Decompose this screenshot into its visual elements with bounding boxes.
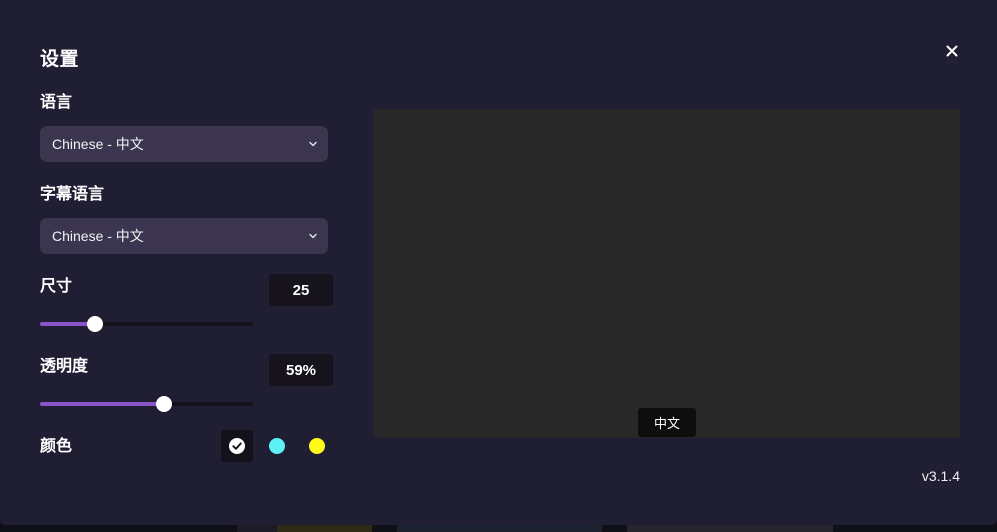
yellow-dot: [309, 438, 325, 454]
opacity-label: 透明度: [40, 358, 89, 375]
size-label: 尺寸: [40, 278, 73, 295]
close-button[interactable]: [941, 40, 963, 62]
language-select-value: Chinese - 中文: [52, 136, 144, 152]
subtitle-preview: 中文: [373, 109, 960, 438]
preview-caption: 中文: [638, 408, 697, 437]
color-label: 颜色: [40, 438, 73, 455]
settings-dialog: 设置 语言 Chinese - 中文 字幕语言 Chinese - 中文 尺寸 …: [0, 0, 997, 525]
version-label: v3.1.4: [921, 468, 960, 484]
slider-thumb[interactable]: [155, 396, 172, 412]
subtitle-language-select[interactable]: Chinese - 中文: [40, 218, 328, 254]
opacity-slider[interactable]: [40, 396, 253, 412]
size-slider[interactable]: [40, 316, 253, 332]
cyan-dot: [269, 438, 285, 454]
dialog-title: 设置: [40, 49, 80, 70]
close-icon: [946, 45, 958, 57]
language-label: 语言: [40, 94, 73, 111]
slider-fill: [40, 402, 164, 406]
check-circle-icon: [229, 438, 245, 454]
opacity-value: 59%: [269, 354, 333, 386]
language-select[interactable]: Chinese - 中文: [40, 126, 328, 162]
chevron-down-icon: [309, 233, 317, 239]
color-swatch-cyan[interactable]: [261, 430, 293, 462]
color-swatch-yellow[interactable]: [301, 430, 333, 462]
subtitle-language-label: 字幕语言: [40, 186, 105, 203]
chevron-down-icon: [309, 141, 317, 147]
size-value: 25: [269, 274, 333, 306]
slider-thumb[interactable]: [86, 316, 103, 332]
subtitle-language-select-value: Chinese - 中文: [52, 228, 144, 244]
color-swatch-white[interactable]: [221, 430, 253, 462]
background-content-strip: [0, 524, 997, 532]
